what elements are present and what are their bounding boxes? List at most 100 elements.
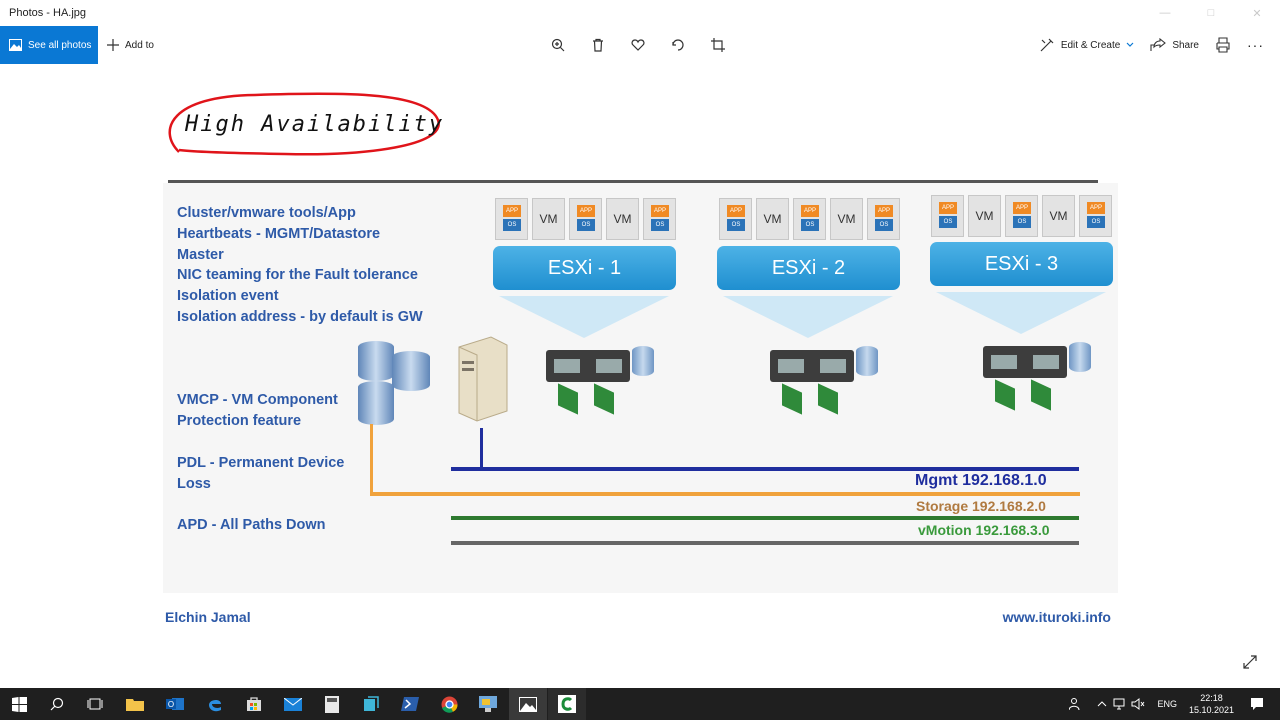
local-disk: [1069, 342, 1091, 372]
plus-icon: [107, 39, 119, 51]
minimize-button[interactable]: —: [1142, 0, 1188, 26]
esxi-host-label: ESXi - 1: [493, 246, 676, 290]
share-button[interactable]: Share: [1150, 38, 1199, 52]
os-label: OS: [727, 219, 745, 231]
bullet-item: Isolation event: [177, 288, 279, 305]
camtasia-icon[interactable]: [548, 688, 586, 720]
website-link: www.ituroki.info: [1002, 609, 1111, 625]
chrome-icon[interactable]: [430, 688, 468, 720]
taskbar: O ENG 22:18 15.10.2021: [0, 688, 1280, 720]
os-label: OS: [939, 216, 957, 228]
mail-icon[interactable]: [274, 688, 312, 720]
title-divider: [168, 180, 1098, 183]
command-bar: See all photos Add to Edit & Create Shar…: [0, 26, 1280, 64]
print-icon: [1216, 37, 1230, 53]
pdl-text: PDL - Permanent Device Loss: [177, 453, 344, 495]
favorite-icon[interactable]: [628, 35, 648, 55]
file-explorer-icon[interactable]: [116, 688, 154, 720]
esxi-host-label: ESXi - 3: [930, 242, 1113, 286]
os-label: OS: [801, 219, 819, 231]
volume-muted-icon[interactable]: [1131, 698, 1145, 710]
storage-uplink: [370, 424, 373, 496]
app-label: APP: [1013, 202, 1031, 214]
photos-icon: [9, 39, 22, 51]
mgmt-uplink: [480, 428, 483, 470]
windows-icon: [11, 696, 27, 712]
share-label: Share: [1172, 39, 1199, 51]
people-icon[interactable]: [1069, 697, 1083, 711]
see-all-photos-button[interactable]: See all photos: [0, 26, 98, 64]
edit-create-label: Edit & Create: [1060, 39, 1121, 51]
zoom-icon[interactable]: [548, 35, 568, 55]
calculator-icon[interactable]: [313, 688, 351, 720]
os-label: OS: [875, 219, 893, 231]
vm-label: VM: [539, 212, 558, 226]
host-funnel: [936, 292, 1106, 334]
storage-network-label: Storage 192.168.2.0: [916, 498, 1046, 514]
add-to-label: Add to: [125, 39, 154, 51]
remote-desktop-icon[interactable]: [469, 688, 507, 720]
app-label: APP: [1087, 202, 1105, 214]
pdl-line: PDL - Permanent Device: [177, 455, 345, 471]
app-label: APP: [801, 205, 819, 217]
app-label: APP: [577, 205, 595, 217]
storage-array-icon: [358, 341, 430, 425]
vm-box: VM: [606, 198, 639, 240]
azure-data-studio-icon[interactable]: [352, 688, 390, 720]
rotate-icon[interactable]: [668, 35, 688, 55]
search-icon[interactable]: [38, 688, 76, 720]
app-os-vm: APP OS: [569, 198, 602, 240]
slide-title: High Availability: [185, 112, 445, 137]
vcenter-server-icon: [458, 336, 508, 422]
window-title: Photos - HA.jpg: [9, 7, 87, 19]
storage-network-line: [370, 492, 1080, 496]
pdl-line: Loss: [177, 475, 211, 492]
app-os-vm: APP OS: [1079, 195, 1112, 237]
vmotion-network-label: vMotion 192.168.3.0: [918, 522, 1050, 538]
bullet-item: Master: [177, 246, 224, 263]
bullet-item: Isolation address - by default is GW: [177, 308, 423, 325]
fullscreen-icon[interactable]: [1242, 654, 1258, 670]
powershell-icon[interactable]: [391, 688, 429, 720]
more-button[interactable]: ···: [1247, 37, 1264, 53]
delete-icon[interactable]: [588, 35, 608, 55]
app-label: APP: [939, 202, 957, 214]
vm-row: APP OS VM APP OS VM APP OS: [495, 198, 676, 240]
clock[interactable]: 22:18 15.10.2021: [1189, 692, 1234, 716]
clock-date: 15.10.2021: [1188, 705, 1234, 715]
store-icon[interactable]: [235, 688, 273, 720]
vm-row: APP OS VM APP OS VM APP OS: [719, 198, 900, 240]
app-os-vm: APP OS: [1005, 195, 1038, 237]
start-button[interactable]: [0, 688, 38, 720]
crop-icon[interactable]: [708, 35, 728, 55]
close-button[interactable]: ✕: [1234, 0, 1280, 26]
notifications-icon[interactable]: [1250, 697, 1264, 711]
physical-server: [983, 346, 1067, 378]
photos-app-icon[interactable]: [509, 688, 547, 720]
author-name: Elchin Jamal: [165, 609, 251, 625]
physical-server: [770, 350, 854, 382]
chevron-down-icon: [1126, 42, 1134, 47]
app-os-vm: APP OS: [931, 195, 964, 237]
maximize-button[interactable]: □: [1188, 0, 1234, 26]
app-label: APP: [503, 205, 521, 217]
vm-box: VM: [968, 195, 1001, 237]
print-button[interactable]: [1215, 37, 1231, 53]
task-view-icon[interactable]: [76, 688, 114, 720]
os-label: OS: [577, 219, 595, 231]
network-icon[interactable]: [1113, 698, 1127, 710]
vm-row: APP OS VM APP OS VM APP OS: [931, 195, 1112, 237]
add-to-button[interactable]: Add to: [107, 26, 154, 64]
apd-line: APD - All Paths Down: [177, 517, 326, 533]
edit-create-button[interactable]: Edit & Create: [1039, 37, 1134, 53]
vm-label: VM: [837, 212, 856, 226]
language-indicator[interactable]: ENG: [1157, 699, 1177, 709]
outlook-icon[interactable]: O: [156, 688, 194, 720]
app-label: APP: [651, 205, 669, 217]
app-label: APP: [875, 205, 893, 217]
host-funnel: [723, 296, 893, 338]
chevron-up-icon[interactable]: [1097, 700, 1107, 708]
more-label: ···: [1247, 37, 1264, 53]
svg-text:O: O: [168, 700, 174, 709]
edge-icon[interactable]: [196, 688, 234, 720]
